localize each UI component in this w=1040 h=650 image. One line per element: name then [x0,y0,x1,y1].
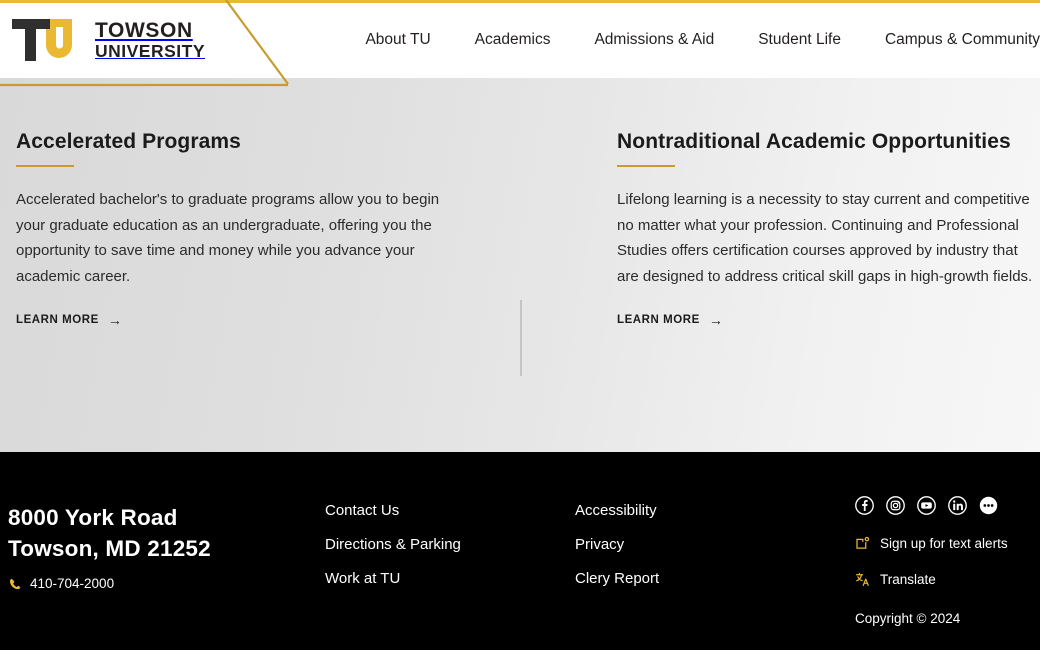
nav-item-admissions-aid[interactable]: Admissions & Aid [594,31,714,49]
footer-link-directions-parking[interactable]: Directions & Parking [325,536,461,553]
youtube-icon [917,496,936,515]
footer-links-column-1: Contact Us Directions & Parking Work at … [325,502,461,587]
social-link-youtube[interactable] [917,496,936,515]
footer-utility-block: Sign up for text alerts Translate Copyri… [855,496,1008,626]
site-header: TOWSON UNIVERSITY About TU Academics Adm… [0,3,1040,78]
translate-icon [855,572,869,586]
learn-more-link-accelerated-programs[interactable]: LEARN MORE → [16,313,122,327]
column-divider [520,300,522,376]
facebook-icon [855,496,874,515]
social-link-linkedin[interactable] [948,496,967,515]
main-navigation: About TU Academics Admissions & Aid Stud… [27,31,1040,49]
social-links [855,496,1008,515]
column-title: Nontraditional Academic Opportunities [617,130,1011,153]
nav-item-campus-community[interactable]: Campus & Community [885,31,1040,49]
footer-links-column-2: Accessibility Privacy Clery Report [575,502,659,587]
social-link-instagram[interactable] [886,496,905,515]
instagram-icon [886,496,905,515]
column-body-text: Lifelong learning is a necessity to stay… [617,191,1033,285]
footer-link-accessibility[interactable]: Accessibility [575,502,659,519]
page-root: TOWSON UNIVERSITY About TU Academics Adm… [0,0,1040,650]
footer-link-clery-report[interactable]: Clery Report [575,570,659,587]
phone-number: 410-704-2000 [30,576,115,591]
address-line-1: 8000 York Road [8,505,178,530]
nav-item-academics[interactable]: Academics [475,31,551,49]
title-underline [16,165,74,167]
footer-phone-link[interactable]: 410-704-2000 [8,576,211,591]
nav-item-student-life[interactable]: Student Life [758,31,841,49]
arrow-right-icon: → [107,312,123,328]
text-alert-icon [856,536,870,549]
text-alerts-label: Sign up for text alerts [880,536,1008,551]
title-underline [617,165,675,167]
learn-more-link-nontraditional-opportunities[interactable]: LEARN MORE → [617,313,723,327]
text-alerts-link[interactable]: Sign up for text alerts [855,536,1008,551]
social-link-more[interactable] [979,496,998,515]
learn-more-label: LEARN MORE [16,314,99,326]
translate-label: Translate [880,572,936,587]
phone-icon [9,578,21,589]
linkedin-icon [948,496,967,515]
site-footer: 8000 York Road Towson, MD 21252 410-704-… [0,452,1040,650]
column-body-text: Accelerated bachelor's to graduate progr… [16,191,440,285]
nav-item-about-tu[interactable]: About TU [365,31,430,49]
content-column-accelerated-programs: Accelerated Programs Accelerated bachelo… [16,130,446,328]
main-content: Accelerated Programs Accelerated bachelo… [0,78,1040,452]
translate-link[interactable]: Translate [855,572,1008,587]
arrow-right-icon: → [708,312,724,328]
copyright-text: Copyright © 2024 [855,611,961,626]
address-line-2: Towson, MD 21252 [8,536,211,561]
more-ellipsis-icon [979,496,998,515]
footer-link-work-at-tu[interactable]: Work at TU [325,570,461,587]
content-column-nontraditional-opportunities: Nontraditional Academic Opportunities Li… [617,130,1037,328]
footer-link-privacy[interactable]: Privacy [575,536,659,553]
footer-link-contact-us[interactable]: Contact Us [325,502,461,519]
social-link-facebook[interactable] [855,496,874,515]
learn-more-label: LEARN MORE [617,314,700,326]
column-title: Accelerated Programs [16,130,241,153]
footer-address-block: 8000 York Road Towson, MD 21252 410-704-… [8,502,211,591]
